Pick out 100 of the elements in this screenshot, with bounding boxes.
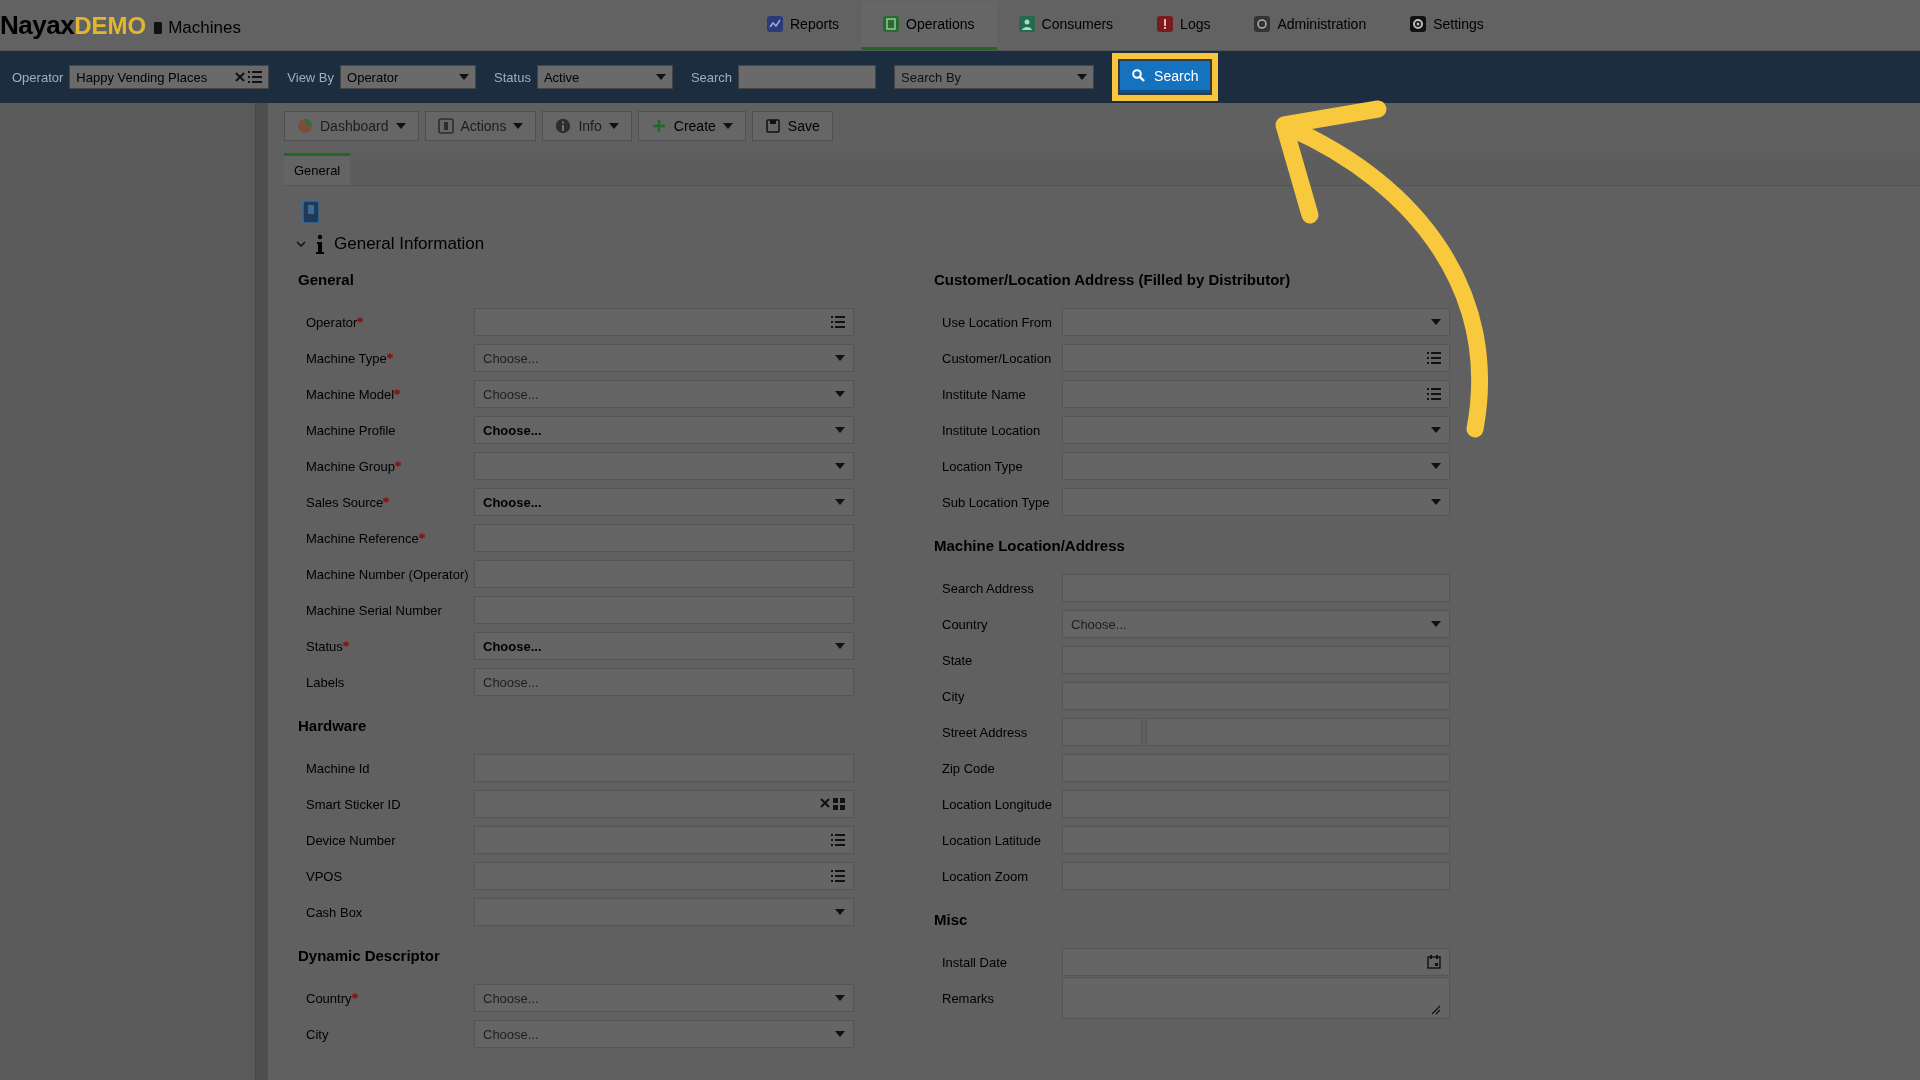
nav-tab[interactable]: Settings bbox=[1388, 0, 1506, 50]
field-label: Machine Id bbox=[306, 760, 370, 776]
nav-tab[interactable]: Administration bbox=[1232, 0, 1389, 50]
dropdown-field[interactable] bbox=[474, 898, 854, 926]
calendar-icon[interactable] bbox=[1427, 955, 1441, 969]
caret-icon bbox=[835, 1031, 845, 1037]
dropdown-field[interactable] bbox=[474, 452, 854, 480]
field-label: Location Longitude bbox=[942, 796, 1052, 812]
lookup-field[interactable] bbox=[474, 826, 854, 854]
dropdown-field[interactable]: Active bbox=[536, 65, 673, 89]
group-heading: Customer/Location Address (Filled by Distributor) bbox=[934, 269, 1292, 290]
dropdown-field[interactable]: Choose... bbox=[474, 488, 854, 516]
field-label: Machine Type bbox=[306, 350, 387, 366]
dropdown-field[interactable] bbox=[1062, 416, 1450, 444]
info-icon bbox=[316, 234, 324, 254]
person-icon bbox=[1018, 15, 1035, 32]
field-label: Device Number bbox=[306, 832, 396, 848]
brand-logo: Nayax bbox=[0, 9, 75, 41]
field-label: Cash Box bbox=[306, 904, 363, 920]
caret-icon bbox=[1431, 499, 1441, 505]
dropdown-field[interactable]: Choose... bbox=[474, 344, 854, 372]
dropdown-field[interactable] bbox=[1062, 488, 1450, 516]
dropdown-field[interactable]: Choose... bbox=[474, 632, 854, 660]
nav-tab[interactable]: Consumers bbox=[996, 0, 1136, 50]
field-label: Machine Number (Operator) bbox=[306, 566, 469, 582]
plus-icon bbox=[650, 118, 667, 134]
section-title: General Information bbox=[334, 234, 485, 254]
list-icon[interactable] bbox=[1427, 388, 1441, 400]
field-label: Machine Reference bbox=[306, 530, 419, 546]
circle-icon bbox=[1254, 15, 1271, 32]
nav-tab[interactable]: Reports bbox=[745, 0, 862, 50]
caret-icon bbox=[1431, 621, 1441, 627]
date-field[interactable] bbox=[1062, 948, 1450, 976]
list-icon[interactable] bbox=[831, 870, 845, 882]
field-label: Country bbox=[306, 990, 352, 1006]
filter-label: Search bbox=[690, 69, 733, 85]
search-icon bbox=[1132, 69, 1146, 82]
field-label: Location Latitude bbox=[942, 832, 1042, 848]
lookup-field[interactable] bbox=[474, 790, 854, 818]
group-heading: Hardware bbox=[298, 715, 368, 736]
splitter-bar[interactable] bbox=[255, 103, 268, 1080]
caret-icon bbox=[835, 909, 845, 915]
nav-tab[interactable]: Operations bbox=[861, 0, 997, 50]
caret-icon bbox=[1431, 427, 1441, 433]
vending-machine-icon bbox=[302, 200, 320, 226]
lookup-field[interactable]: Happy Vending Places bbox=[69, 65, 270, 89]
dropdown-field[interactable]: Search By bbox=[894, 65, 1095, 89]
field-label: Zip Code bbox=[942, 760, 995, 776]
field-label: Location Zoom bbox=[942, 868, 1028, 884]
caret-icon bbox=[835, 391, 845, 397]
caret-icon bbox=[835, 463, 845, 469]
dropdown-field[interactable] bbox=[1062, 452, 1450, 480]
lookup-field[interactable] bbox=[1062, 344, 1450, 372]
dropdown-field[interactable]: Choose... bbox=[1062, 610, 1450, 638]
dropdown-field[interactable]: Choose... bbox=[474, 380, 854, 408]
close-icon[interactable] bbox=[820, 798, 830, 808]
dropdown-field[interactable]: Choose... bbox=[474, 1020, 854, 1048]
logo-suffix: DEMO bbox=[74, 11, 147, 40]
toolbar-button[interactable]: Save bbox=[751, 111, 833, 141]
list-icon[interactable] bbox=[831, 316, 845, 328]
toolbar-button[interactable]: Create bbox=[637, 111, 746, 141]
lookup-field[interactable] bbox=[1062, 380, 1450, 408]
field-label: Sales Source bbox=[306, 494, 384, 510]
field-label: Search Address bbox=[942, 580, 1034, 596]
dropdown-field[interactable]: Choose... bbox=[474, 416, 854, 444]
lookup-field[interactable] bbox=[474, 862, 854, 890]
machine-icon bbox=[154, 21, 163, 34]
search-button[interactable]: Search bbox=[1120, 61, 1211, 93]
group-heading: Dynamic Descriptor bbox=[298, 945, 441, 966]
chart-icon bbox=[767, 15, 783, 32]
caret-icon bbox=[1431, 319, 1441, 325]
pie-icon bbox=[297, 118, 313, 134]
field-label: Machine Model bbox=[306, 386, 395, 402]
dropdown-field[interactable] bbox=[1062, 308, 1450, 336]
chevron-icon[interactable] bbox=[296, 241, 306, 247]
search-field[interactable] bbox=[738, 65, 877, 89]
dropdown-field[interactable]: Operator bbox=[340, 65, 477, 89]
lookup-field[interactable] bbox=[474, 308, 854, 336]
filter-label: Operator bbox=[12, 69, 64, 85]
input-field[interactable]: Choose... bbox=[474, 668, 854, 696]
list-icon[interactable] bbox=[1427, 352, 1441, 364]
square-icon bbox=[437, 118, 454, 134]
field-label: City bbox=[942, 688, 965, 704]
dropdown-field[interactable]: Choose... bbox=[474, 984, 854, 1012]
resize-handle-icon[interactable] bbox=[1431, 1005, 1441, 1015]
filter-label: View By bbox=[287, 69, 335, 85]
field-label: Institute Name bbox=[942, 386, 1026, 402]
tab[interactable]: General bbox=[284, 153, 351, 185]
alert-icon bbox=[1157, 15, 1174, 32]
grid-icon[interactable] bbox=[833, 798, 845, 810]
field-label: VPOS bbox=[306, 868, 343, 884]
field-label: Street Address bbox=[942, 724, 1028, 740]
list-icon[interactable] bbox=[248, 71, 263, 83]
list-icon[interactable] bbox=[831, 834, 845, 846]
nav-tab[interactable]: Logs bbox=[1135, 0, 1233, 50]
filter-label: Status bbox=[494, 69, 531, 85]
caret-icon bbox=[835, 499, 845, 505]
caret-icon bbox=[1077, 74, 1088, 80]
field-label: Operator bbox=[306, 314, 358, 330]
close-icon[interactable] bbox=[235, 72, 246, 82]
